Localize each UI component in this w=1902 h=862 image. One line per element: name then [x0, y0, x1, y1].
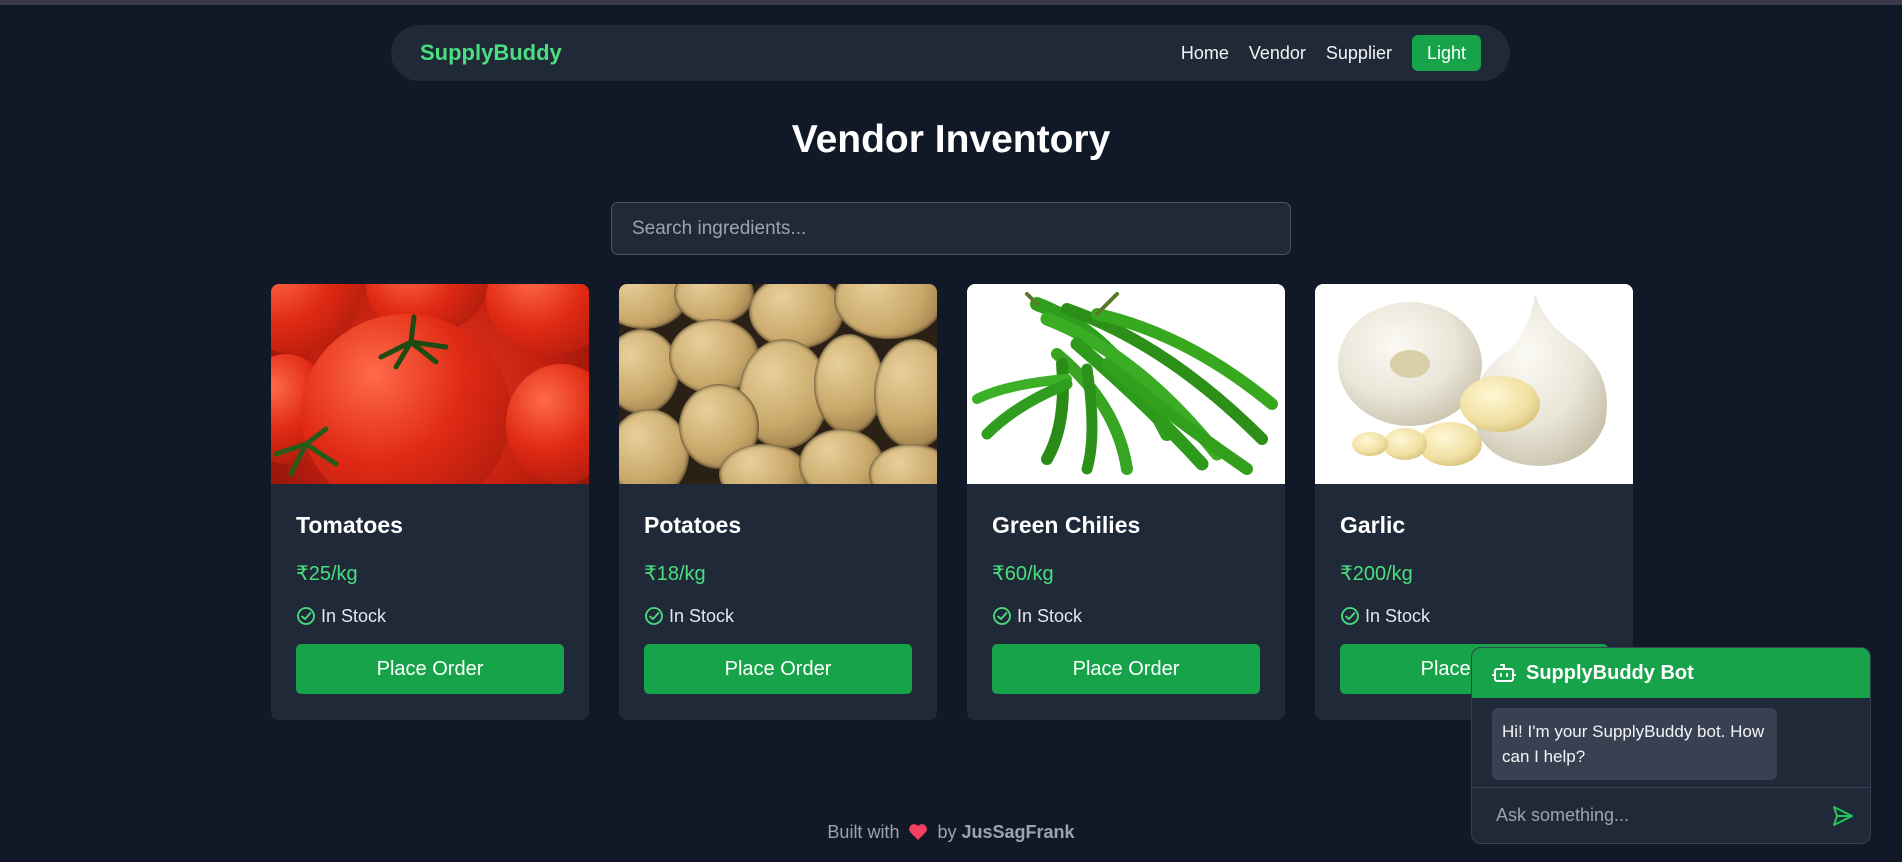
product-name: Garlic: [1340, 512, 1406, 538]
potatoes-image: [619, 284, 937, 484]
brand-logo[interactable]: SupplyBuddy: [420, 40, 562, 66]
green-chilies-image: [967, 284, 1285, 484]
product-grid: Tomatoes ₹25/kg In Stock Place Order Pot…: [271, 284, 1633, 720]
theme-toggle-button[interactable]: Light: [1411, 35, 1481, 71]
chat-input[interactable]: [1496, 805, 1828, 826]
stock-status: In Stock: [296, 604, 564, 628]
chat-messages: Hi! I'm your SupplyBuddy bot. How can I …: [1472, 698, 1870, 788]
product-price: ₹18/kg: [644, 563, 706, 585]
navbar: SupplyBuddy Home Vendor Supplier Light: [391, 25, 1510, 81]
stock-status: In Stock: [1340, 604, 1608, 628]
product-price: ₹60/kg: [992, 563, 1054, 585]
heart-icon: [909, 824, 928, 840]
check-circle-icon: [1341, 607, 1359, 625]
product-name: Green Chilies: [992, 512, 1141, 538]
chatbot-widget: SupplyBuddy Bot Hi! I'm your SupplyBuddy…: [1471, 647, 1871, 844]
product-card-potatoes: Potatoes ₹18/kg In Stock Place Order: [619, 284, 937, 720]
send-icon: [1833, 805, 1853, 826]
nav-links: Home Vendor Supplier Light: [1181, 35, 1481, 71]
footer-author: JusSagFrank: [961, 822, 1075, 842]
product-name: Potatoes: [644, 512, 742, 538]
stock-status: In Stock: [992, 604, 1260, 628]
place-order-button[interactable]: Place Order: [296, 644, 564, 694]
check-circle-icon: [645, 607, 663, 625]
check-circle-icon: [297, 607, 315, 625]
footer-prefix: Built with: [827, 822, 900, 842]
nav-link-home[interactable]: Home: [1181, 43, 1229, 64]
product-name: Tomatoes: [296, 512, 403, 538]
tomatoes-image: [271, 284, 589, 484]
product-price: ₹200/kg: [1340, 563, 1413, 585]
search-input[interactable]: [611, 202, 1291, 255]
chatbot-header: SupplyBuddy Bot: [1472, 648, 1870, 698]
chat-input-row: [1472, 788, 1870, 843]
stock-label: In Stock: [321, 605, 387, 626]
garlic-image: [1315, 284, 1633, 484]
check-circle-icon: [993, 607, 1011, 625]
send-button[interactable]: [1828, 801, 1858, 831]
stock-status: In Stock: [644, 604, 912, 628]
place-order-button[interactable]: Place Order: [644, 644, 912, 694]
stock-label: In Stock: [1365, 605, 1431, 626]
place-order-button[interactable]: Place Order: [992, 644, 1260, 694]
chatbot-title: SupplyBuddy Bot: [1526, 661, 1694, 684]
footer-by: by: [937, 822, 957, 842]
stock-label: In Stock: [1017, 605, 1083, 626]
window-top-border: [0, 0, 1902, 5]
product-card-green-chilies: Green Chilies ₹60/kg In Stock Place Orde…: [967, 284, 1285, 720]
stock-label: In Stock: [669, 605, 735, 626]
nav-link-supplier[interactable]: Supplier: [1326, 43, 1392, 64]
product-card-tomatoes: Tomatoes ₹25/kg In Stock Place Order: [271, 284, 589, 720]
nav-link-vendor[interactable]: Vendor: [1249, 43, 1306, 64]
page-title: Vendor Inventory: [791, 118, 1111, 161]
bot-message: Hi! I'm your SupplyBuddy bot. How can I …: [1492, 708, 1777, 780]
bot-icon: [1492, 664, 1516, 682]
product-price: ₹25/kg: [296, 563, 358, 585]
